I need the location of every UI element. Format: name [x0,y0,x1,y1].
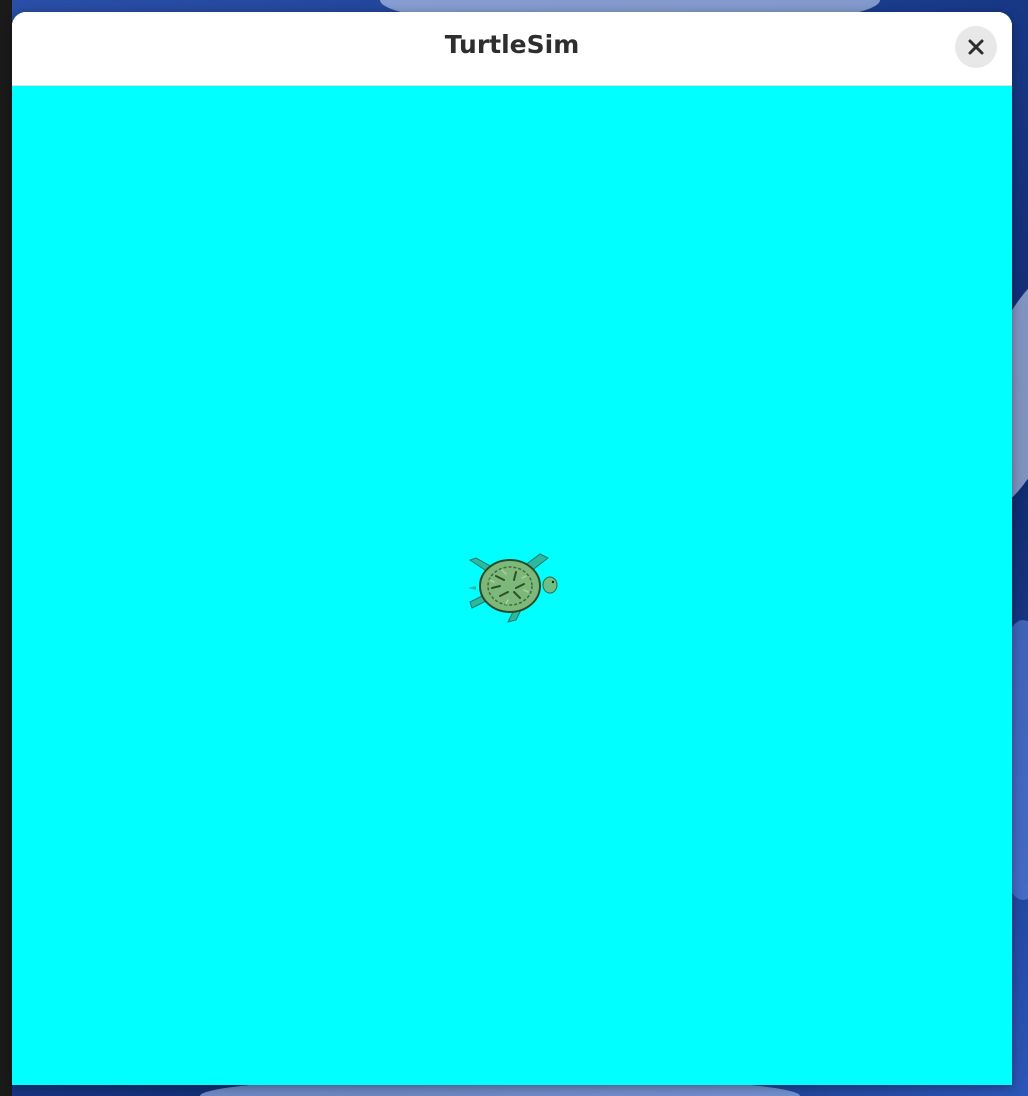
turtlesim-window[interactable]: TurtleSim [12,12,1012,1085]
desktop-edge-strip [0,0,12,1096]
window-titlebar[interactable]: TurtleSim [12,12,1012,86]
close-button[interactable] [955,26,997,68]
desktop-background: TurtleSim [0,0,1028,1096]
close-icon [968,39,984,55]
window-title: TurtleSim [444,30,580,59]
turtle-canvas[interactable] [12,86,1012,1085]
turtle-icon [468,553,558,623]
